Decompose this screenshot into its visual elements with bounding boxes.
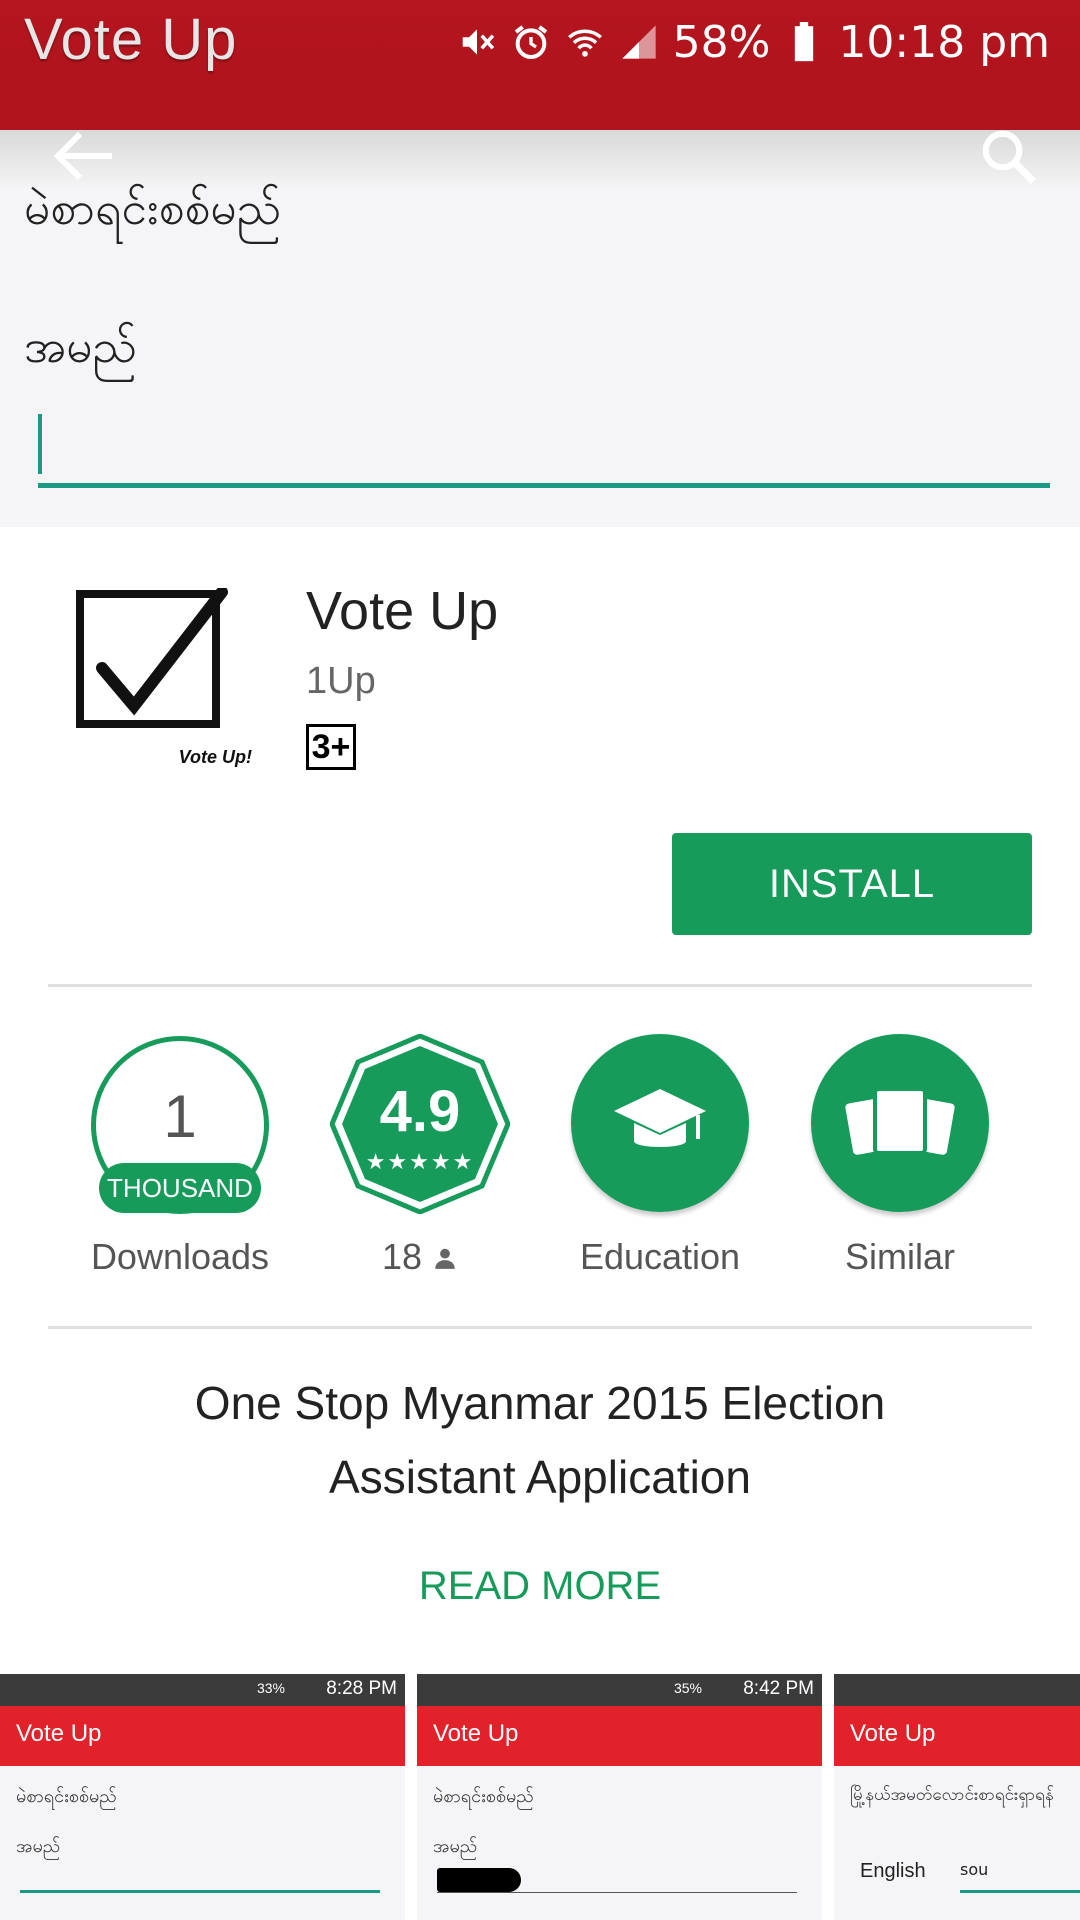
read-more-link[interactable]: READ MORE	[0, 1564, 1080, 1609]
name-field-label: အမည်	[24, 319, 137, 373]
screenshot-status-bar	[834, 1674, 1080, 1706]
developer-name[interactable]: 1Up	[306, 660, 376, 703]
screenshot-toolbar: Vote Up	[834, 1706, 1080, 1766]
screenshot-heading: မဲစာရင်းစစ်မည်	[16, 1786, 117, 1807]
clock-time: 10:18 pm	[838, 16, 1050, 68]
rating-count-value: 18	[381, 1236, 423, 1277]
install-button[interactable]: INSTALL	[672, 833, 1032, 935]
description-line: Assistant Application	[329, 1451, 751, 1503]
screenshot-time: 8:28 PM	[326, 1678, 397, 1699]
downloads-number: 1	[163, 1083, 197, 1150]
category-label[interactable]: Education	[540, 1236, 780, 1278]
name-input[interactable]	[38, 410, 1050, 488]
downloads-label: Downloads	[90, 1236, 270, 1277]
back-arrow-icon[interactable]	[52, 128, 116, 184]
screenshot-heading: မဲစာရင်းစစ်မည်	[433, 1786, 534, 1807]
text-caret	[38, 414, 42, 474]
signal-icon	[619, 22, 659, 62]
graduation-cap-icon	[610, 1081, 710, 1165]
status-bar-app-title: Vote Up	[24, 7, 238, 72]
screenshot-status-bar: 35% 8:42 PM	[417, 1674, 822, 1706]
app-icon-caption: Vote Up!	[178, 747, 252, 767]
screenshot-toolbar: Vote Up	[417, 1706, 822, 1766]
check-voter-list-heading: မဲစာရင်းစစ်မည်	[24, 181, 282, 235]
screenshot-time: 8:42 PM	[743, 1678, 814, 1699]
screenshot-thumbnail[interactable]: 33% 8:28 PM Vote Up မဲစာရင်းစစ်မည် အမည်	[0, 1674, 405, 1920]
cards-icon	[845, 1081, 955, 1165]
screenshot-status-bar: 33% 8:28 PM	[0, 1674, 405, 1706]
downloads-unit: THOUSAND	[99, 1163, 261, 1213]
screenshot-thumbnail[interactable]: 35% 8:42 PM Vote Up မဲစာရင်းစစ်မည် အမည်	[417, 1674, 822, 1920]
screenshot-input-line	[20, 1890, 380, 1893]
app-title: Vote Up	[306, 581, 499, 641]
battery-percent: 58%	[672, 16, 771, 68]
screenshot-battery: 35%	[673, 1680, 702, 1696]
screenshot-toolbar: Vote Up	[0, 1706, 405, 1766]
alarm-icon	[511, 22, 551, 62]
person-icon	[432, 1236, 458, 1277]
screenshot-name-label: အမည်	[16, 1836, 61, 1857]
app-description: One Stop Myanmar 2015 Election Assistant…	[60, 1366, 1020, 1514]
description-line: One Stop Myanmar 2015 Election	[194, 1377, 886, 1429]
search-icon[interactable]	[978, 126, 1040, 188]
screenshot-input-line	[437, 1892, 797, 1893]
battery-icon	[784, 22, 824, 62]
screenshot-heading: မြို့နယ်အမတ်လောင်းစာရင်းရှာရန်	[850, 1785, 1054, 1805]
similar-apps-button[interactable]	[811, 1034, 989, 1212]
screenshot-language-select: English	[860, 1860, 926, 1882]
category-education-button[interactable]	[571, 1034, 749, 1212]
divider	[48, 1326, 1032, 1329]
app-icon: Vote Up!	[72, 586, 252, 768]
screenshot-name-label: အမည်	[433, 1836, 478, 1857]
status-bar: Vote Up 58% 10:18 pm	[0, 0, 1080, 130]
wifi-icon	[565, 22, 605, 62]
screenshot-battery: 33%	[256, 1680, 285, 1696]
screenshot-input-line	[960, 1890, 1080, 1893]
content-rating-badge: 3+	[306, 724, 356, 770]
mute-icon	[457, 22, 497, 62]
similar-label[interactable]: Similar	[780, 1236, 1020, 1278]
divider	[48, 984, 1032, 987]
rating-stars: ★★★★★	[365, 1150, 475, 1175]
rating-value: 4.9	[379, 1079, 461, 1144]
status-icons: 58% 10:18 pm	[457, 14, 1050, 70]
screenshot-thumbnail[interactable]: Vote Up မြို့နယ်အမတ်လောင်းစာရင်းရှာရန် E…	[834, 1674, 1080, 1920]
screenshot-redacted-input	[437, 1868, 521, 1892]
screenshot-search-input: sou	[960, 1860, 989, 1879]
rating-count: 18	[300, 1236, 540, 1278]
